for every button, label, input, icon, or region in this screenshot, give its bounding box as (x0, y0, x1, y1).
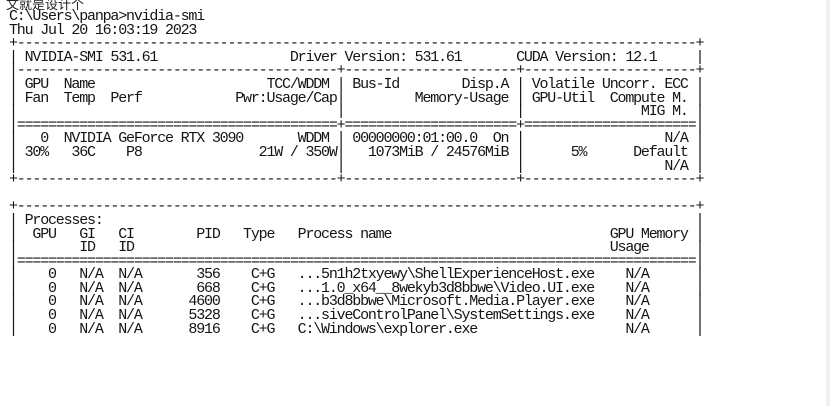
terminal-output: C:\Users\panpa>nvidia-smi Thu Jul 20 16:… (9, 9, 705, 338)
terminal-window[interactable]: 文就是设计个 C:\Users\panpa>nvidia-smi Thu Jul… (0, 0, 830, 406)
terminal-line: +---------------------------------------… (9, 171, 705, 189)
scrollbar-track[interactable] (826, 0, 830, 406)
terminal-line: | 0 N/A N/A 8916 C+G C:\Windows\explorer… (9, 320, 705, 338)
